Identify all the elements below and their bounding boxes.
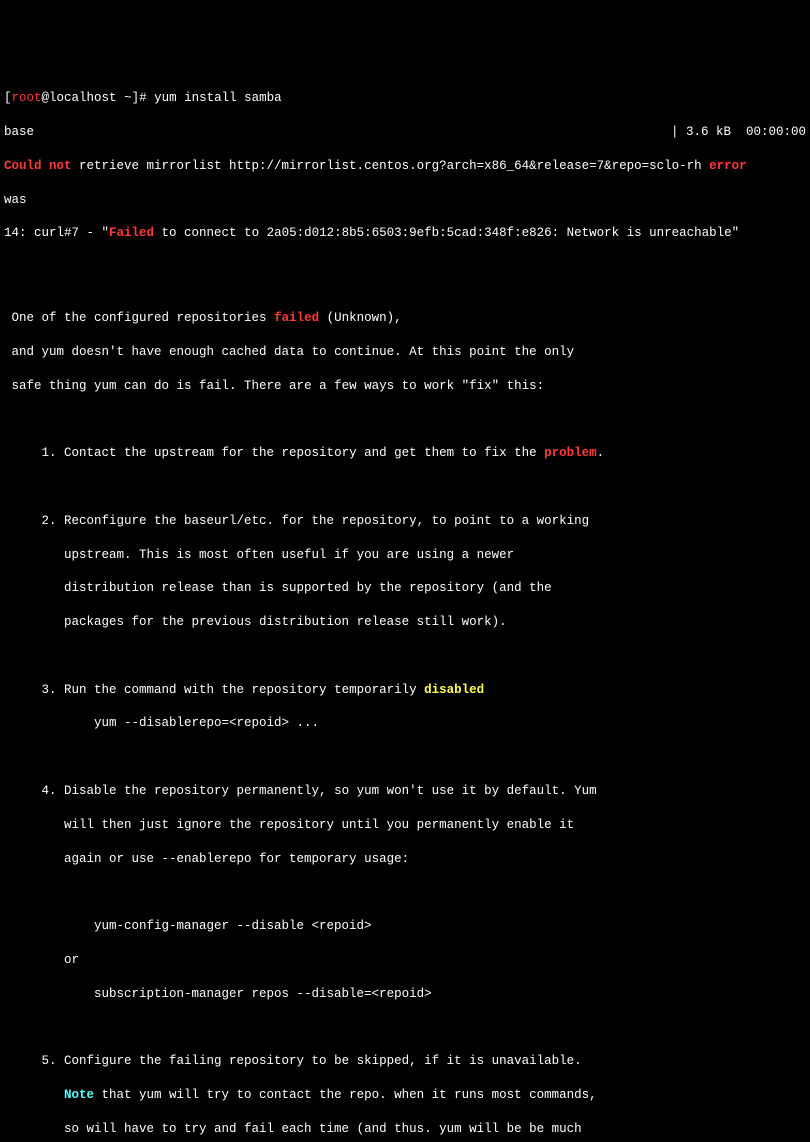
base-line: base | 3.6 kB 00:00:00 [4, 124, 806, 141]
disabled-word: disabled [424, 683, 484, 697]
error-word: error [709, 159, 747, 173]
could-not: Could not [4, 159, 72, 173]
blank [4, 259, 806, 293]
blank [4, 884, 806, 901]
prompt-user: root [12, 91, 42, 105]
step-1: 1. Contact the upstream for the reposito… [4, 445, 806, 462]
failed-word-2: failed [274, 311, 319, 325]
step-4-l3: again or use --enablerepo for temporary … [4, 851, 806, 868]
base-label: base [4, 124, 34, 141]
prompt-line[interactable]: [root@localhost ~]# yum install samba [4, 90, 806, 107]
prompt-path: ~ [117, 91, 132, 105]
was-line: was [4, 192, 806, 209]
step-4-cmd2: subscription-manager repos --disable=<re… [4, 986, 806, 1003]
open-bracket: [ [4, 91, 12, 105]
step-2-l3: distribution release than is supported b… [4, 580, 806, 597]
blank [4, 648, 806, 665]
command-text: yum install samba [154, 91, 282, 105]
prompt-at: @ [42, 91, 50, 105]
blank [4, 411, 806, 428]
step-2-l4: packages for the previous distribution r… [4, 614, 806, 631]
problem-word: problem [544, 446, 597, 460]
step-4-cmd1: yum-config-manager --disable <repoid> [4, 918, 806, 935]
blank [4, 1019, 806, 1036]
prompt-host: localhost [49, 91, 117, 105]
step-5-l3: so will have to try and fail each time (… [4, 1121, 806, 1138]
blank [4, 749, 806, 766]
blank [4, 479, 806, 496]
intro-l3: safe thing yum can do is fail. There are… [4, 378, 806, 395]
step-3-cmd: yum --disablerepo=<repoid> ... [4, 715, 806, 732]
step-5-l1: 5. Configure the failing repository to b… [4, 1053, 806, 1070]
err1-text: retrieve mirrorlist http://mirrorlist.ce… [72, 159, 710, 173]
step-4-l2: will then just ignore the repository unt… [4, 817, 806, 834]
intro-l2: and yum doesn't have enough cached data … [4, 344, 806, 361]
base-size: | 3.6 kB 00:00:00 [671, 124, 806, 141]
note-word: Note [64, 1088, 94, 1102]
was: was [4, 193, 27, 207]
error-line-1: Could not retrieve mirrorlist http://mir… [4, 158, 806, 175]
step-5-l2: Note that yum will try to contact the re… [4, 1087, 806, 1104]
failed-word: Failed [109, 226, 154, 240]
intro-l1: One of the configured repositories faile… [4, 310, 806, 327]
terminal-output: [root@localhost ~]# yum install samba ba… [4, 74, 806, 1142]
step-4-l1: 4. Disable the repository permanently, s… [4, 783, 806, 800]
curl-post: to connect to 2a05:d012:8b5:6503:9efb:5c… [154, 226, 739, 240]
curl-pre: 14: curl#7 - " [4, 226, 109, 240]
step-2-l2: upstream. This is most often useful if y… [4, 547, 806, 564]
step-3: 3. Run the command with the repository t… [4, 682, 806, 699]
curl-line: 14: curl#7 - "Failed to connect to 2a05:… [4, 225, 806, 242]
step-2-l1: 2. Reconfigure the baseurl/etc. for the … [4, 513, 806, 530]
step-4-or: or [4, 952, 806, 969]
prompt-sep: ]# [132, 91, 155, 105]
